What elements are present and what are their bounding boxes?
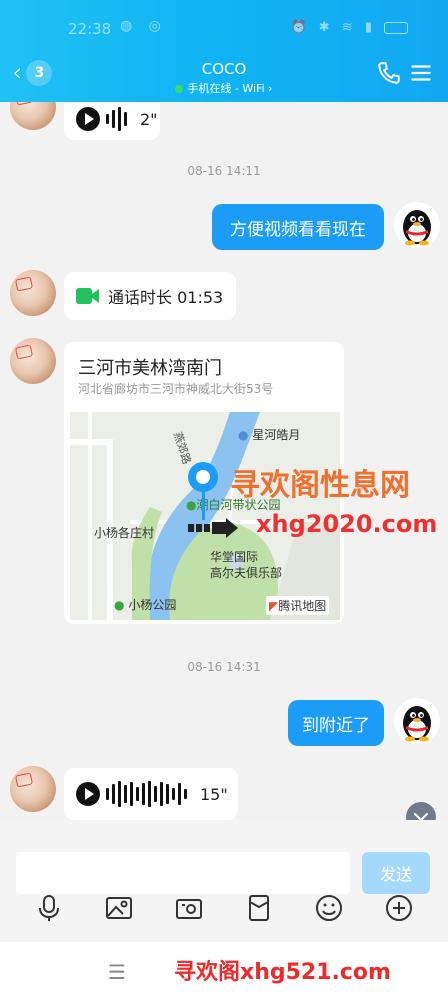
- play-icon[interactable]: [76, 107, 100, 131]
- waveform-icon: [106, 104, 130, 134]
- phone-icon[interactable]: [376, 60, 402, 86]
- contact-avatar[interactable]: [10, 766, 56, 812]
- status-time: 22:38: [68, 20, 112, 38]
- contact-avatar[interactable]: [10, 102, 56, 130]
- battery-icon: [384, 22, 408, 34]
- system-nav-bar: ☰ 寻欢阁xhg521.com: [0, 942, 448, 1000]
- status-system-icons: ⏰ ✱ ≋ ▮: [290, 20, 376, 35]
- map-pin-stem: [202, 490, 205, 520]
- map-label-poi: 华堂国际: [210, 550, 259, 564]
- map-label-poi: 高尔夫俱乐部: [210, 566, 283, 580]
- outgoing-message[interactable]: 方便视频看看现在: [212, 204, 384, 250]
- my-avatar[interactable]: [394, 202, 440, 248]
- contact-status-text: 手机在线 - WiFi ›: [187, 82, 273, 95]
- map-brand-text: 腾讯地图: [278, 599, 327, 613]
- voice-message[interactable]: 15": [64, 768, 238, 820]
- video-call-icon: [76, 288, 99, 304]
- map-label-poi: ● 星河皓月: [238, 428, 301, 442]
- message-text: 方便视频看看现在: [230, 219, 366, 240]
- contact-avatar[interactable]: [10, 270, 56, 316]
- chat-header: 22:38 ◍ ◎ ⏰ ✱ ≋ ▮ ‹ 3 COCO 手机在线 - WiFi ›: [0, 0, 448, 102]
- camera-icon[interactable]: [173, 892, 205, 924]
- waveform-icon: [106, 779, 190, 809]
- call-record-message[interactable]: 通话时长 01:53: [64, 272, 236, 320]
- penguin-icon: [403, 706, 431, 742]
- menu-icon[interactable]: [408, 60, 434, 86]
- composer-toolbar: [0, 882, 448, 934]
- status-notification-icons: ◍ ◎: [120, 18, 167, 34]
- mic-icon[interactable]: [33, 892, 65, 924]
- message-text: 到附近了: [302, 715, 370, 736]
- watermark-text: 寻欢阁性息网: [230, 468, 410, 503]
- watermark-url: 寻欢阁xhg521.com: [174, 960, 391, 985]
- map-label-village: 小杨各庄村: [94, 526, 155, 540]
- red-packet-icon[interactable]: [243, 892, 275, 924]
- voice-duration: 15": [200, 784, 228, 804]
- online-dot-icon: [175, 85, 184, 93]
- voice-duration: 2": [140, 109, 158, 129]
- status-bar: 22:38 ◍ ◎ ⏰ ✱ ≋ ▮: [0, 0, 448, 44]
- location-title: 三河市美林湾南门: [78, 358, 222, 379]
- contact-avatar[interactable]: [10, 338, 56, 384]
- voice-message[interactable]: 2": [64, 102, 160, 140]
- map-label-poi-text: 星河皓月: [252, 428, 301, 442]
- location-address: 河北省廊坊市三河市神威北大街53号: [78, 382, 274, 396]
- emoji-icon[interactable]: [313, 892, 345, 924]
- menu-lines-icon[interactable]: ☰: [108, 960, 126, 984]
- plus-icon[interactable]: [383, 892, 415, 924]
- penguin-icon: [403, 210, 431, 246]
- outgoing-message[interactable]: 到附近了: [288, 700, 384, 746]
- arrow-right-icon: [188, 518, 238, 538]
- message-timestamp: 08-16 14:31: [187, 660, 261, 674]
- message-timestamp: 08-16 14:11: [187, 164, 261, 178]
- call-duration-text: 通话时长 01:53: [108, 288, 224, 307]
- image-icon[interactable]: [103, 892, 135, 924]
- play-icon[interactable]: [76, 782, 100, 806]
- watermark-url: xhg2020.com: [256, 510, 438, 538]
- map-label-park: ● 小杨公园: [114, 598, 177, 612]
- map-pin-icon: [188, 462, 218, 492]
- map-label-park-text: 小杨公园: [128, 598, 177, 612]
- map-brand: ◤腾讯地图: [266, 596, 330, 615]
- my-avatar[interactable]: [394, 698, 440, 744]
- chat-area[interactable]: 2" 08-16 14:11 方便视频看看现在 通话时长 01:53 三河市美林…: [0, 102, 448, 820]
